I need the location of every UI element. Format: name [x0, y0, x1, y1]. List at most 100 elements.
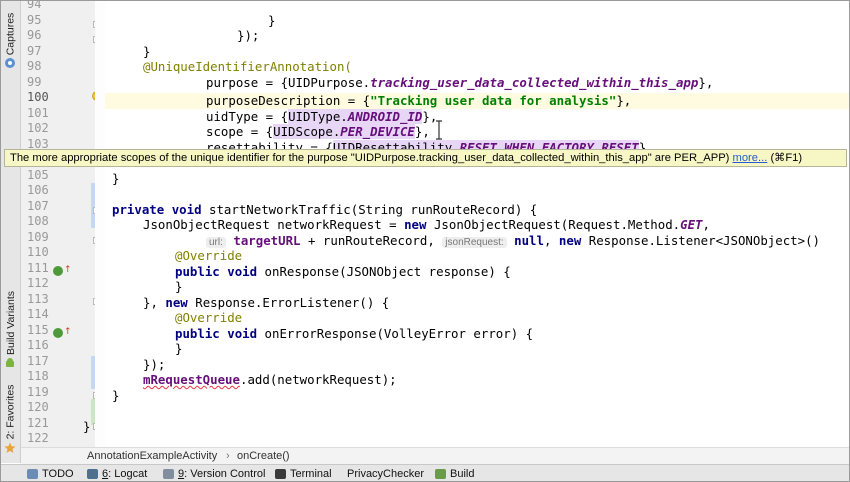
- code-token: onErrorResponse(VolleyError error) {: [264, 326, 534, 341]
- code-token: .add(networkRequest);: [239, 372, 397, 387]
- line-number[interactable]: 113: [27, 292, 67, 308]
- line-number[interactable]: 95: [27, 13, 67, 29]
- code-line-116: }: [175, 341, 182, 357]
- line-number[interactable]: 110: [27, 245, 67, 261]
- version-control-tool-button[interactable]: 9: Version Control: [163, 465, 265, 482]
- android-icon: [6, 358, 14, 367]
- override-arrow-icon[interactable]: ↑: [64, 327, 72, 337]
- favorites-tab[interactable]: 2: Favorites: [1, 384, 20, 440]
- captures-tab[interactable]: Captures: [1, 7, 20, 61]
- captures-tab-label: Captures: [4, 12, 17, 56]
- line-number[interactable]: 109: [27, 230, 67, 246]
- code-line-97: }: [143, 44, 150, 60]
- line-number[interactable]: 120: [27, 400, 67, 416]
- code-editor[interactable]: } }); } @UniqueIdentifierAnnotation( pur…: [83, 1, 849, 447]
- keyword-token: private: [112, 202, 165, 217]
- line-number[interactable]: 100: [27, 90, 67, 106]
- code-token: }: [175, 279, 183, 294]
- line-number[interactable]: 106: [27, 183, 67, 199]
- line-number[interactable]: 101: [27, 106, 67, 122]
- logcat-text: : Logcat: [108, 467, 148, 480]
- code-line-115: public void onErrorResponse(VolleyError …: [175, 326, 533, 342]
- line-number[interactable]: 105: [27, 168, 67, 184]
- favorites-tab-label: 2: Favorites: [4, 384, 17, 440]
- override-method-icon[interactable]: [53, 328, 63, 338]
- version-control-text: : Version Control: [184, 467, 266, 480]
- logcat-tool-button[interactable]: 6: Logcat: [87, 465, 147, 482]
- build-label: Build: [450, 467, 475, 480]
- string-token: "Tracking user data for analysis": [370, 93, 617, 108]
- line-number[interactable]: 107: [27, 199, 67, 215]
- privacy-checker-label: PrivacyChecker: [347, 467, 425, 480]
- line-number[interactable]: 99: [27, 75, 67, 91]
- field-token: mRequestQueue: [143, 372, 240, 387]
- build-variants-tab[interactable]: Build Variants: [1, 287, 20, 359]
- breadcrumb-class[interactable]: AnnotationExampleActivity: [87, 448, 217, 464]
- ide-window: Captures Build Variants 2: Favorites 94 9…: [0, 0, 850, 482]
- code-token: purposeDescription = {: [206, 93, 371, 108]
- keyword-token: new: [404, 217, 427, 232]
- build-tool-button[interactable]: Build: [435, 465, 475, 481]
- line-number[interactable]: 114: [27, 307, 67, 323]
- line-number[interactable]: 96: [27, 28, 67, 44]
- annotation-token: @Override: [175, 310, 243, 325]
- override-method-icon[interactable]: [53, 266, 63, 276]
- build-icon: [435, 468, 446, 479]
- code-line-111: public void onResponse(JSONObject respon…: [175, 264, 511, 280]
- line-number[interactable]: 108: [27, 214, 67, 230]
- todo-tool-button[interactable]: TODO: [27, 465, 74, 481]
- code-token: ,: [543, 233, 552, 248]
- code-line-117: });: [143, 357, 165, 373]
- override-arrow-icon[interactable]: ↑: [64, 265, 72, 275]
- privacy-checker-tool-button[interactable]: PrivacyChecker: [347, 465, 425, 481]
- parameter-hint: jsonRequest:: [442, 237, 507, 248]
- code-token: }: [112, 388, 120, 403]
- line-number[interactable]: 94: [27, 1, 67, 13]
- line-number[interactable]: 119: [27, 385, 67, 401]
- line-number[interactable]: 97: [27, 44, 67, 60]
- left-tool-strip: Captures Build Variants 2: Favorites: [1, 1, 21, 463]
- code-line-98: @UniqueIdentifierAnnotation(: [143, 59, 352, 75]
- code-token: }: [175, 341, 183, 356]
- logcat-label: 6: Logcat: [102, 466, 147, 482]
- code-token: JsonObjectRequest networkRequest =: [143, 217, 405, 232]
- code-token: },: [616, 93, 632, 108]
- star-icon: [4, 442, 16, 453]
- line-number[interactable]: 122: [27, 431, 67, 447]
- code-line-119: }: [112, 388, 119, 404]
- uid-scope-selection[interactable]: UIDScope.PER_DEVICE: [273, 124, 415, 139]
- tooltip-shortcut: (⌘F1): [770, 152, 803, 164]
- code-line-107: private void startNetworkTraffic(String …: [112, 202, 537, 218]
- code-token: scope = {: [206, 124, 274, 139]
- code-line-109: url: targetURL + runRouteRecord, jsonReq…: [206, 233, 820, 251]
- code-line-95: }: [268, 13, 275, 29]
- line-number[interactable]: 118: [27, 369, 67, 385]
- line-number[interactable]: 116: [27, 338, 67, 354]
- tooltip-text: The more appropriate scopes of the uniqu…: [10, 152, 730, 164]
- version-control-label: 9: Version Control: [178, 466, 265, 482]
- breadcrumb-separator: ›: [226, 450, 230, 462]
- keyword-token: public: [175, 264, 220, 279]
- keyword-token: new: [558, 233, 582, 248]
- terminal-tool-button[interactable]: Terminal: [275, 465, 332, 481]
- line-number[interactable]: 117: [27, 354, 67, 370]
- annotation-token: @UniqueIdentifierAnnotation(: [143, 59, 352, 74]
- terminal-icon: [275, 468, 286, 479]
- uid-type-selection[interactable]: UIDType.ANDROID_ID: [288, 109, 423, 124]
- code-token: + runRouteRecord,: [307, 233, 435, 248]
- code-line-105: }: [112, 171, 119, 187]
- line-number[interactable]: 112: [27, 276, 67, 292]
- field-token: tracking_user_data_collected_within_this…: [370, 75, 699, 90]
- line-number[interactable]: 102: [27, 121, 67, 137]
- breadcrumb: AnnotationExampleActivity › onCreate(): [21, 447, 849, 465]
- line-number[interactable]: 121: [27, 416, 67, 432]
- editor-gutter[interactable]: 9495969798991001011021031041051061071081…: [21, 1, 102, 447]
- tooltip-more-link[interactable]: more...: [733, 152, 768, 164]
- field-token: GET: [680, 217, 703, 232]
- keyword-token: new: [165, 295, 188, 310]
- code-line-121: }: [83, 419, 90, 435]
- todo-icon: [27, 468, 38, 479]
- line-number[interactable]: 98: [27, 59, 67, 75]
- code-token: purpose = {UIDPurpose.: [206, 75, 371, 90]
- breadcrumb-method[interactable]: onCreate(): [237, 448, 290, 464]
